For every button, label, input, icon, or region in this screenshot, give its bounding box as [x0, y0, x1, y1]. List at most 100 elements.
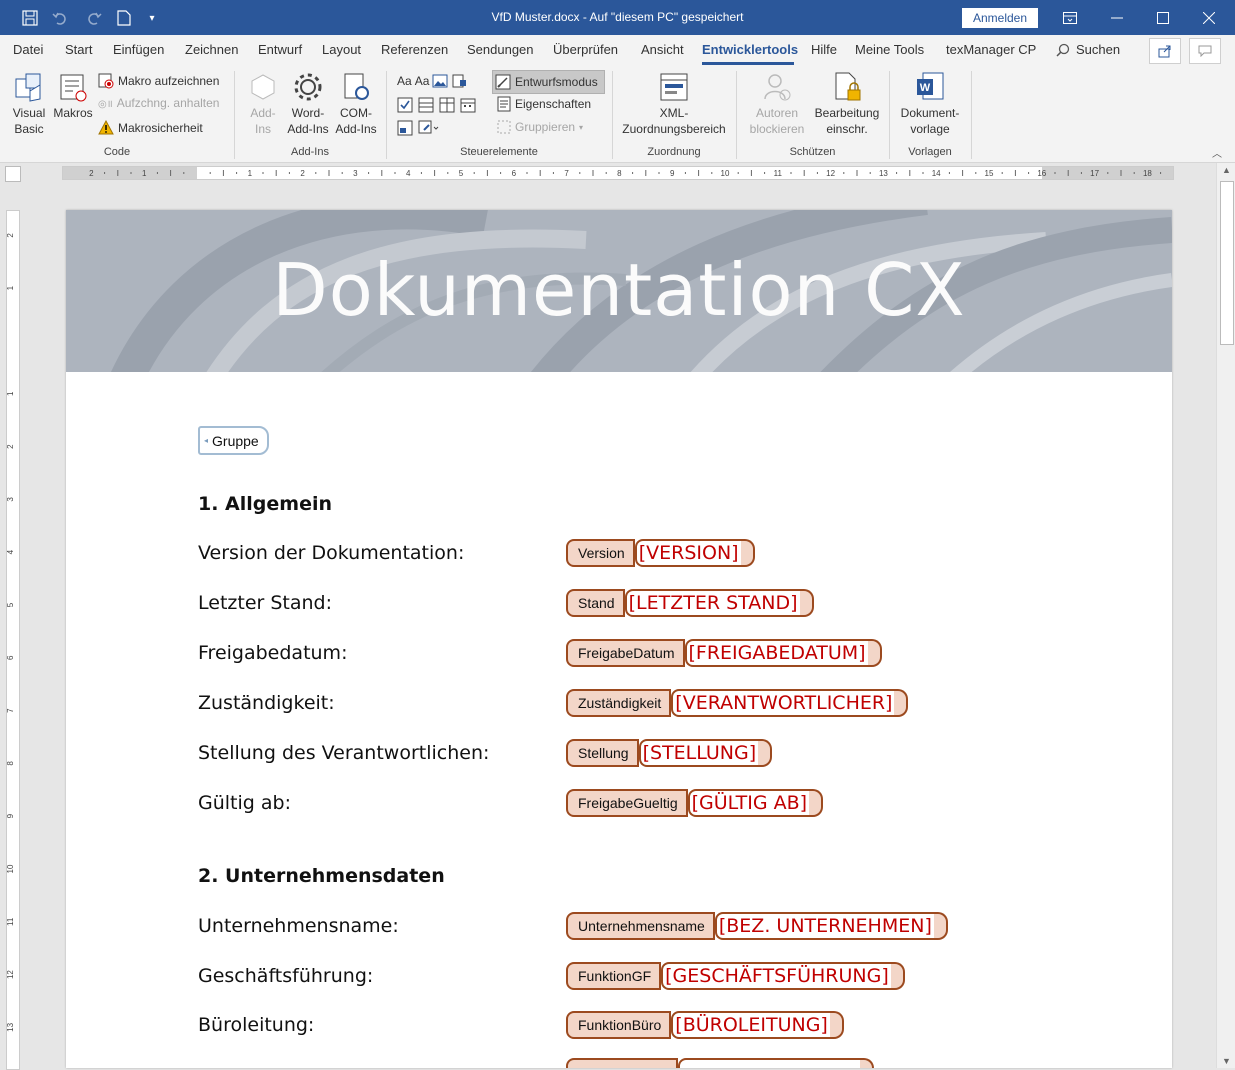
- content-control-freigabedatum[interactable]: FreigabeDatum [FREIGABEDATUM]: [566, 639, 882, 667]
- macros-button[interactable]: Makros: [53, 71, 93, 121]
- ribbon-display-icon[interactable]: [1047, 0, 1093, 35]
- content-control-unternehmensname[interactable]: Unternehmensname [BEZ. UNTERNEHMEN]: [566, 912, 948, 940]
- document-template-label: Dokument-vorlage: [900, 106, 960, 136]
- tab-layout[interactable]: Layout: [322, 42, 361, 57]
- field-label: Zuständigkeit:: [198, 692, 335, 714]
- control-handle-icon[interactable]: ◂: [204, 436, 208, 445]
- content-control-stellung[interactable]: Stellung [STELLUNG]: [566, 739, 773, 767]
- restrict-editing-label: Bearbeitung einschr.: [814, 106, 880, 136]
- tab-hilfe[interactable]: Hilfe: [811, 42, 837, 57]
- minimize-icon[interactable]: [1094, 0, 1140, 35]
- field-label: Freigabedatum:: [198, 642, 348, 664]
- content-control-zustaendigkeit[interactable]: Zuständigkeit [VERANTWORTLICHER]: [566, 689, 909, 717]
- tab-einfuegen[interactable]: Einfügen: [113, 42, 164, 57]
- content-control-placeholder[interactable]: [VERSION]: [634, 539, 741, 567]
- building-block-control-icon[interactable]: [451, 74, 467, 88]
- tab-ansicht[interactable]: Ansicht: [641, 42, 684, 57]
- com-addins-button[interactable]: COM-Add-Ins: [333, 71, 379, 137]
- macro-security-label: Makrosicherheit: [118, 120, 203, 135]
- content-control-tag: FunktionBüro: [566, 1011, 672, 1039]
- date-picker-control-icon[interactable]: [460, 97, 476, 113]
- content-control-partial[interactable]: [566, 1058, 874, 1068]
- document-page[interactable]: Dokumentation CX ◂ Gruppe 1. Allgemein V…: [66, 210, 1172, 1068]
- content-control-tag: Stellung: [566, 739, 639, 767]
- tab-zeichnen[interactable]: Zeichnen: [185, 42, 238, 57]
- ruler-tick-label: 1: [7, 391, 15, 396]
- tab-entwicklertools[interactable]: Entwicklertools: [702, 42, 798, 57]
- banner-title: Dokumentation CX: [272, 248, 966, 332]
- scroll-thumb[interactable]: [1220, 181, 1234, 345]
- comments-button[interactable]: [1189, 38, 1221, 64]
- rich-text-control-icon[interactable]: Aa: [397, 74, 412, 88]
- xml-mapping-label: XML-Zuordnungsbereich: [622, 106, 726, 136]
- scroll-down-icon[interactable]: ▼: [1222, 1056, 1231, 1066]
- record-macro-button[interactable]: Makro aufzeichnen: [98, 73, 219, 89]
- content-control-tag: Zuständigkeit: [566, 689, 672, 717]
- tab-start[interactable]: Start: [65, 42, 92, 57]
- word-addins-button[interactable]: Word-Add-Ins: [285, 71, 331, 137]
- addins-button[interactable]: Add-Ins: [244, 71, 282, 137]
- tab-selector[interactable]: [5, 166, 21, 182]
- combo-box-control-icon[interactable]: [418, 97, 434, 113]
- field-label: Büroleitung:: [198, 1014, 315, 1036]
- picture-control-icon[interactable]: [432, 74, 448, 88]
- field-label: Unternehmensname:: [198, 915, 399, 937]
- content-control-freigabegueltig[interactable]: FreigabeGueltig [GÜLTIG AB]: [566, 789, 824, 817]
- content-control-placeholder[interactable]: [LETZTER STAND]: [624, 589, 800, 617]
- visual-basic-button[interactable]: Visual Basic: [9, 71, 49, 137]
- content-control-placeholder[interactable]: [VERANTWORTLICHER]: [671, 689, 895, 717]
- close-icon[interactable]: [1186, 0, 1232, 35]
- tab-meine-tools[interactable]: Meine Tools: [855, 42, 924, 57]
- xml-mapping-pane-button[interactable]: XML-Zuordnungsbereich: [618, 71, 730, 137]
- block-authors-button[interactable]: Autoren blockieren: [744, 71, 810, 137]
- properties-button[interactable]: Eigenschaften: [497, 96, 591, 112]
- maximize-icon[interactable]: [1140, 0, 1186, 35]
- vertical-scrollbar[interactable]: ▲ ▼: [1216, 163, 1235, 1068]
- tab-ueberpruefen[interactable]: Überprüfen: [553, 42, 618, 57]
- design-mode-button[interactable]: Entwurfsmodus: [492, 70, 605, 94]
- tab-datei[interactable]: Datei: [13, 42, 43, 57]
- macro-security-button[interactable]: Makrosicherheit: [98, 120, 203, 135]
- content-control-placeholder[interactable]: [BEZ. UNTERNEHMEN]: [714, 912, 934, 940]
- document-template-button[interactable]: W Dokument-vorlage: [896, 71, 964, 137]
- content-control-funktiongf[interactable]: FunktionGF [GESCHÄFTSFÜHRUNG]: [566, 962, 905, 990]
- content-control-placeholder[interactable]: [BÜROLEITUNG]: [671, 1011, 830, 1039]
- tab-texmanager-cp[interactable]: texManager CP: [946, 42, 1036, 57]
- tab-entwurf[interactable]: Entwurf: [258, 42, 302, 57]
- collapse-ribbon-icon[interactable]: ︿: [1212, 145, 1222, 160]
- restrict-editing-button[interactable]: Bearbeitung einschr.: [812, 71, 882, 137]
- legacy-tools-icon[interactable]: [418, 120, 440, 136]
- content-control-stand[interactable]: Stand [LETZTER STAND]: [566, 589, 814, 617]
- tab-referenzen[interactable]: Referenzen: [381, 42, 448, 57]
- content-control-placeholder[interactable]: [GESCHÄFTSFÜHRUNG]: [661, 962, 891, 990]
- search-tab[interactable]: Suchen: [1056, 42, 1120, 57]
- pause-recording-button[interactable]: ◎॥ Aufzchng. anhalten: [98, 96, 219, 110]
- vertical-ruler[interactable]: 2112345678910111213: [6, 210, 20, 1070]
- content-control-placeholder[interactable]: [FREIGABEDATUM]: [684, 639, 868, 667]
- content-control-tag: FunktionGF: [566, 962, 662, 990]
- sign-in-button[interactable]: Anmelden: [962, 8, 1038, 28]
- content-control-funktionbuero[interactable]: FunktionBüro [BÜROLEITUNG]: [566, 1011, 844, 1039]
- content-control-placeholder[interactable]: [STELLUNG]: [638, 739, 759, 767]
- repeating-section-control-icon[interactable]: [397, 120, 413, 136]
- record-macro-icon: [98, 73, 114, 89]
- group-button[interactable]: Gruppieren ▾: [497, 120, 583, 134]
- tab-sendungen[interactable]: Sendungen: [467, 42, 534, 57]
- content-control-version[interactable]: Version [VERSION]: [566, 539, 755, 567]
- field-label: Gültig ab:: [198, 792, 291, 814]
- content-control-placeholder[interactable]: [678, 1058, 860, 1068]
- content-control-end-tag: [799, 589, 814, 617]
- content-control-end-tag: [933, 912, 948, 940]
- ruler-tick-label: 4: [406, 169, 411, 178]
- scroll-up-icon[interactable]: ▲: [1222, 165, 1231, 175]
- checkbox-control-icon[interactable]: [397, 97, 413, 113]
- ruler-tick-label: 6: [512, 169, 517, 178]
- plain-text-control-icon[interactable]: Aa: [415, 74, 430, 88]
- com-addins-label: COM-Add-Ins: [335, 106, 377, 136]
- dropdown-list-control-icon[interactable]: [439, 97, 455, 113]
- share-button[interactable]: [1149, 38, 1181, 64]
- content-control-placeholder[interactable]: [GÜLTIG AB]: [687, 789, 810, 817]
- horizontal-ruler[interactable]: 2 1 1 2 3 4 5 6 7 8 9 10 11 12 13 14 15 16 17 18: [62, 166, 1174, 180]
- group-content-control[interactable]: ◂ Gruppe: [198, 426, 269, 455]
- word-addins-label: Word-Add-Ins: [287, 106, 329, 136]
